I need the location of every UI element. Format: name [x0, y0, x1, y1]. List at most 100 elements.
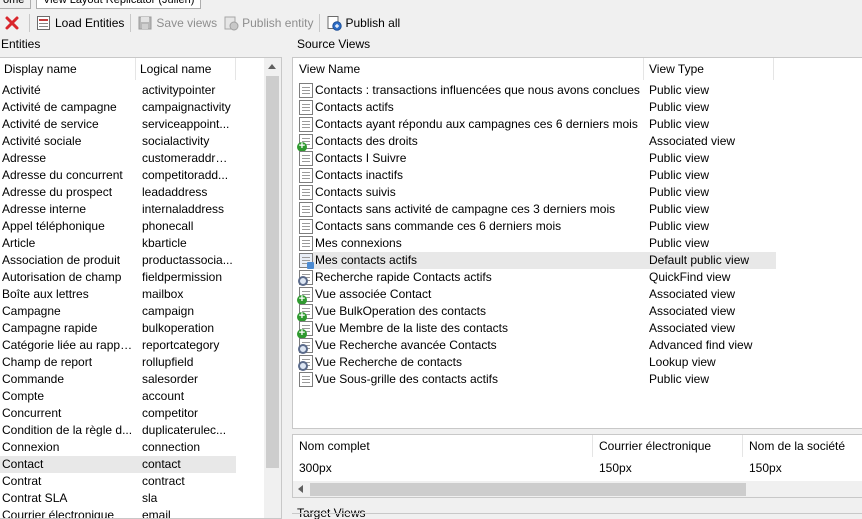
entity-row[interactable]: Adresse du concurrent competitoradd... — [0, 167, 281, 184]
source-view-name: Contacts des droits — [315, 134, 418, 148]
entity-row[interactable]: Campagne rapide bulkoperation — [0, 320, 281, 337]
entity-display-name: Condition de la règle d... — [2, 423, 133, 437]
entities-group-label: Entities — [1, 37, 41, 51]
entities-header-display-name[interactable]: Display name — [0, 58, 136, 80]
entity-row[interactable]: Concurrent competitor — [0, 405, 281, 422]
source-view-row[interactable]: Mes connexions Public view — [293, 235, 862, 252]
entity-row[interactable]: Boîte aux lettres mailbox — [0, 286, 281, 303]
entity-logical-name: kbarticle — [142, 236, 187, 250]
source-view-row[interactable]: Vue Recherche de contacts Lookup view — [293, 354, 862, 371]
source-view-name: Contacts ayant répondu aux campagnes ces… — [315, 117, 638, 131]
layout-width-courrier: 150px — [599, 461, 632, 475]
lookup-view-icon — [298, 355, 313, 371]
close-button[interactable] — [0, 13, 26, 33]
entities-rows: Activité activitypointer Activité de campa… — [0, 82, 281, 518]
entity-display-name: Adresse du concurrent — [2, 168, 123, 182]
load-entities-button[interactable]: Load Entities — [33, 13, 127, 33]
view-icon — [299, 117, 313, 132]
entity-display-name: Contact — [2, 457, 44, 471]
entity-row[interactable]: Compte account — [0, 388, 281, 405]
source-view-row[interactable]: Contacts des droits Associated view — [293, 133, 862, 152]
source-views-header-view-name[interactable]: View Name — [293, 58, 644, 80]
scroll-left-arrow-icon[interactable] — [298, 485, 303, 493]
entities-vertical-scrollbar[interactable] — [264, 58, 281, 518]
entity-row[interactable]: Activité de service serviceappoint... — [0, 116, 281, 133]
entity-logical-name: competitoradd... — [142, 168, 229, 182]
tab-home[interactable]: ome — [0, 0, 32, 9]
source-view-row[interactable]: Vue Membre de la liste des contacts Assoc… — [293, 320, 862, 339]
source-view-type: Public view — [649, 372, 710, 386]
source-view-row[interactable]: Contacts sans commande ces 6 derniers mo… — [293, 218, 862, 235]
source-view-name: Vue associée Contact — [315, 287, 432, 301]
entity-row[interactable]: Association de produit productassocia... — [0, 252, 281, 269]
entity-logical-name: reportcategory — [142, 338, 220, 352]
entity-row[interactable]: Adresse interne internaladdress — [0, 201, 281, 218]
scroll-up-arrow-icon[interactable] — [268, 64, 276, 69]
layout-scroll-thumb[interactable] — [310, 483, 746, 496]
source-view-row[interactable]: Vue BulkOperation des contacts Associated… — [293, 303, 862, 322]
entity-row[interactable]: Condition de la règle d... duplicaterulec… — [0, 422, 281, 439]
entity-row[interactable]: Contact contact — [0, 456, 281, 473]
source-views-header-view-type[interactable]: View Type — [644, 58, 774, 80]
layout-preview-list[interactable]: Nom complet Courrier électronique Nom de… — [292, 434, 862, 498]
tab-view-layout-replicator[interactable]: View Layout Replicator (Julien) — [36, 0, 202, 9]
entity-row[interactable]: Appel téléphonique phonecall — [0, 218, 281, 235]
layout-header-nom-societe[interactable]: Nom de la société — [743, 435, 862, 457]
entity-row[interactable]: Autorisation de champ fieldpermission — [0, 269, 281, 286]
entity-display-name: Autorisation de champ — [2, 270, 122, 284]
toolbar-separator — [29, 14, 30, 32]
entity-row[interactable]: Commande salesorder — [0, 371, 281, 388]
entity-row[interactable]: Activité sociale socialactivity — [0, 133, 281, 150]
source-views-list[interactable]: View Name View Type Contacts : transacti… — [292, 57, 862, 429]
entities-scroll-thumb[interactable] — [266, 76, 279, 468]
entity-row[interactable]: Contrat contract — [0, 473, 281, 490]
layout-horizontal-scrollbar[interactable] — [293, 481, 862, 497]
source-view-row[interactable]: Recherche rapide Contacts actifs QuickFin… — [293, 269, 862, 286]
default-view-icon — [299, 253, 314, 269]
source-view-row[interactable]: Mes contacts actifs Default public view — [293, 252, 862, 269]
source-view-row[interactable]: Vue Sous-grille des contacts actifs Publi… — [293, 371, 862, 388]
layout-header-courrier[interactable]: Courrier électronique — [593, 435, 743, 457]
entities-header-logical-name[interactable]: Logical name — [136, 58, 236, 80]
publish-all-icon — [326, 15, 343, 31]
associated-view-icon — [297, 134, 313, 152]
publish-all-button[interactable]: Publish all — [323, 13, 403, 33]
entity-logical-name: campaign — [142, 304, 195, 318]
entity-logical-name: bulkoperation — [142, 321, 215, 335]
source-view-row[interactable]: Contacts actifs Public view — [293, 99, 862, 116]
save-views-button[interactable]: Save views — [134, 13, 220, 33]
source-view-name: Contacts sans activité de campagne ces 3… — [315, 202, 616, 216]
entity-row[interactable]: Activité de campagne campaignactivity — [0, 99, 281, 116]
entity-display-name: Activité — [2, 83, 41, 97]
publish-entity-button[interactable]: Publish entity — [220, 13, 316, 33]
close-icon — [4, 15, 20, 31]
entity-row[interactable]: Courrier électronique email — [0, 507, 281, 518]
entity-row[interactable]: Catégorie liée au rapport reportcategory — [0, 337, 281, 354]
source-view-row[interactable]: Contacts suivis Public view — [293, 184, 862, 201]
entities-list[interactable]: Display name Logical name Activité activi… — [0, 57, 282, 519]
entity-logical-name: sla — [142, 491, 158, 505]
source-view-row[interactable]: Vue associée Contact Associated view — [293, 286, 862, 305]
source-view-row[interactable]: Contacts : transactions influencées que … — [293, 82, 862, 99]
entity-row[interactable]: Champ de report rollupfield — [0, 354, 281, 371]
entity-row[interactable]: Adresse customeraddress — [0, 150, 281, 167]
source-view-row[interactable]: Contacts inactifs Public view — [293, 167, 862, 184]
source-view-row[interactable]: Contacts ayant répondu aux campagnes ces… — [293, 116, 862, 133]
entity-row[interactable]: Adresse du prospect leadaddress — [0, 184, 281, 201]
entity-row[interactable]: Contrat SLA sla — [0, 490, 281, 507]
source-view-row[interactable]: Vue Recherche avancée Contacts Advanced f… — [293, 337, 862, 354]
source-view-row[interactable]: Contacts I Suivre Public view — [293, 150, 862, 167]
view-icon — [299, 236, 313, 251]
entity-display-name: Compte — [2, 389, 45, 403]
entity-row[interactable]: Article kbarticle — [0, 235, 281, 252]
entity-display-name: Commande — [2, 372, 65, 386]
entity-row[interactable]: Activité activitypointer — [0, 82, 281, 99]
source-view-name: Contacts suivis — [315, 185, 396, 199]
source-view-type: Public view — [649, 236, 710, 250]
layout-header-nom-complet[interactable]: Nom complet — [293, 435, 593, 457]
layout-width-nom-societe: 150px — [749, 461, 782, 475]
entity-row[interactable]: Connexion connection — [0, 439, 281, 456]
source-view-row[interactable]: Contacts sans activité de campagne ces 3… — [293, 201, 862, 218]
entity-row[interactable]: Campagne campaign — [0, 303, 281, 320]
view-icon — [299, 151, 313, 166]
